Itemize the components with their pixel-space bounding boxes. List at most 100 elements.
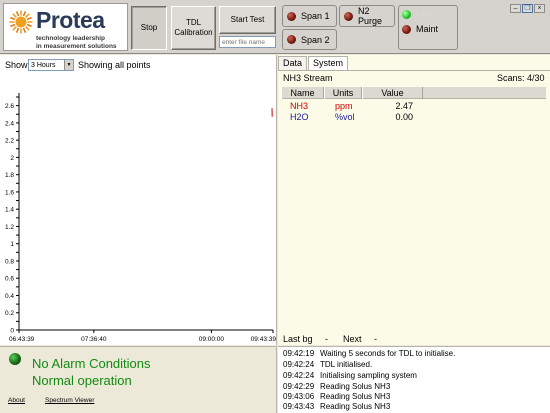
y-tick-label: 1.2	[5, 224, 14, 231]
show-label: Show	[5, 60, 28, 70]
log-entry: 09:42:29 Reading Solus NH3	[283, 382, 390, 392]
showing-points-text: Showing all points	[78, 60, 151, 70]
y-tick-label: 1.4	[5, 207, 14, 214]
log-time: 09:42:24	[283, 360, 315, 369]
span-1-label: Span 1	[301, 11, 330, 21]
y-tick-label: 0	[10, 328, 14, 335]
log-entry: 09:42:24 TDL initialised.	[283, 360, 372, 370]
tab-data[interactable]: Data	[278, 56, 308, 70]
about-link[interactable]: About	[8, 397, 25, 404]
span-2-button[interactable]: Span 2	[282, 29, 337, 50]
live-status[interactable]: Live	[402, 9, 433, 19]
live-indicator-icon	[402, 9, 411, 19]
live-label: Live	[416, 9, 433, 19]
log-time: 09:43:06	[283, 392, 315, 401]
maint-status[interactable]: Maint	[402, 24, 438, 34]
y-tick-label: 0.2	[5, 310, 14, 317]
row-h2o-name: H2O	[290, 112, 309, 122]
y-tick-label: 2.4	[5, 120, 14, 127]
sun-ray	[26, 16, 32, 21]
last-bg-value: -	[325, 334, 328, 344]
log-message: Reading Solus NH3	[320, 402, 391, 411]
n2-purge-button[interactable]: N2 Purge	[339, 5, 395, 27]
chevron-down-icon[interactable]: ▼	[64, 60, 73, 70]
tab-strip: Data System	[278, 56, 349, 71]
log-entry: 09:43:06 Reading Solus NH3	[283, 392, 390, 402]
log-time: 09:42:19	[283, 349, 315, 358]
sun-ray	[12, 26, 17, 31]
maint-label: Maint	[416, 24, 439, 34]
sun-ray	[22, 11, 27, 17]
sun-ray	[26, 23, 32, 28]
y-tick-label: 2	[10, 155, 14, 162]
log-entry: 09:42:19 Waiting 5 seconds for TDL to ini…	[283, 349, 455, 359]
sun-ray	[12, 13, 17, 18]
last-bg-label: Last bg	[283, 334, 313, 344]
window-controls: – ❐ ×	[510, 4, 545, 13]
log-entry: 09:42:24 Initialising sampling system	[283, 371, 417, 381]
tdl-calibration-button[interactable]: TDL Calibration	[171, 6, 216, 50]
y-tick-label: 0.4	[5, 293, 14, 300]
y-tick-label: 2.6	[5, 103, 14, 110]
logo-tagline-2: in measurement solutions	[36, 43, 117, 50]
next-label: Next	[343, 334, 362, 344]
sun-ray	[10, 16, 16, 21]
spectrum-viewer-link[interactable]: Spectrum Viewer	[45, 397, 94, 404]
scans-count: Scans: 4/30	[497, 73, 545, 83]
sun-ray	[15, 27, 20, 33]
tab-divider	[278, 70, 550, 71]
row-h2o-units: %vol	[335, 112, 355, 122]
stream-title: NH3 Stream	[283, 73, 333, 83]
n2-purge-indicator-icon	[344, 11, 353, 21]
row-h2o-value: 0.00	[395, 112, 413, 122]
alarm-indicator-icon	[9, 353, 21, 365]
row-nh3-name: NH3	[290, 101, 309, 111]
log-entry: 09:43:43 Reading Solus NH3	[283, 402, 390, 412]
file-name-input[interactable]	[219, 36, 276, 48]
logo-wordmark: Protea	[36, 7, 105, 33]
protea-logo: Protea technology leadership in measurem…	[3, 3, 128, 51]
log-time: 09:42:24	[283, 371, 315, 380]
column-header-value[interactable]: Value	[362, 87, 423, 99]
x-tick-label: 09:00:00	[199, 336, 225, 343]
span-2-indicator-icon	[287, 35, 296, 44]
sun-ray	[15, 11, 20, 17]
sun-ray	[25, 26, 30, 31]
tab-system[interactable]: System	[308, 56, 349, 71]
stop-button[interactable]: Stop	[131, 6, 167, 50]
alarm-status-text: No Alarm Conditions	[32, 356, 151, 371]
log-message: Waiting 5 seconds for TDL to initialise.	[320, 349, 456, 358]
sun-ray	[10, 23, 16, 28]
log-message: TDL initialised.	[320, 360, 373, 369]
x-tick-label: 09:43:39	[251, 336, 277, 343]
minimize-icon[interactable]: –	[510, 4, 521, 13]
trend-chart: 0 0.2 0.4 0.6 0.8 1 1.2 1.4 1.6 1.8 2 2.2 2.4 2.6 06:…	[5, 93, 277, 343]
logo-tagline-1: technology leadership	[36, 35, 105, 42]
start-test-button[interactable]: Start Test	[219, 6, 276, 34]
x-tick-label: 07:36:40	[81, 336, 107, 343]
y-tick-label: 1.6	[5, 189, 14, 196]
column-header-name[interactable]: Name	[281, 87, 324, 99]
log-time: 09:42:29	[283, 382, 315, 391]
column-header-units[interactable]: Units	[324, 87, 362, 99]
row-nh3-value: 2.47	[395, 101, 413, 111]
row-nh3-units: ppm	[335, 101, 353, 111]
next-value: -	[374, 334, 377, 344]
y-tick-label: 0.8	[5, 258, 14, 265]
maint-indicator-icon	[402, 24, 411, 34]
time-range-select[interactable]: 3 Hours ▼	[28, 59, 74, 71]
close-icon[interactable]: ×	[534, 4, 545, 13]
span-2-label: Span 2	[301, 34, 330, 45]
time-range-value: 3 Hours	[31, 61, 56, 69]
y-tick-label: 0.6	[5, 276, 14, 283]
log-message: Initialising sampling system	[320, 371, 417, 380]
span-1-indicator-icon	[287, 11, 296, 21]
operation-status-text: Normal operation	[32, 373, 132, 388]
restore-icon[interactable]: ❐	[522, 4, 533, 13]
log-message: Reading Solus NH3	[320, 382, 391, 391]
y-tick-label: 1	[10, 241, 14, 248]
n2-purge-label: N2 Purge	[358, 6, 383, 26]
sun-ray	[25, 13, 30, 18]
log-time: 09:43:43	[283, 402, 315, 411]
span-1-button[interactable]: Span 1	[282, 5, 337, 27]
